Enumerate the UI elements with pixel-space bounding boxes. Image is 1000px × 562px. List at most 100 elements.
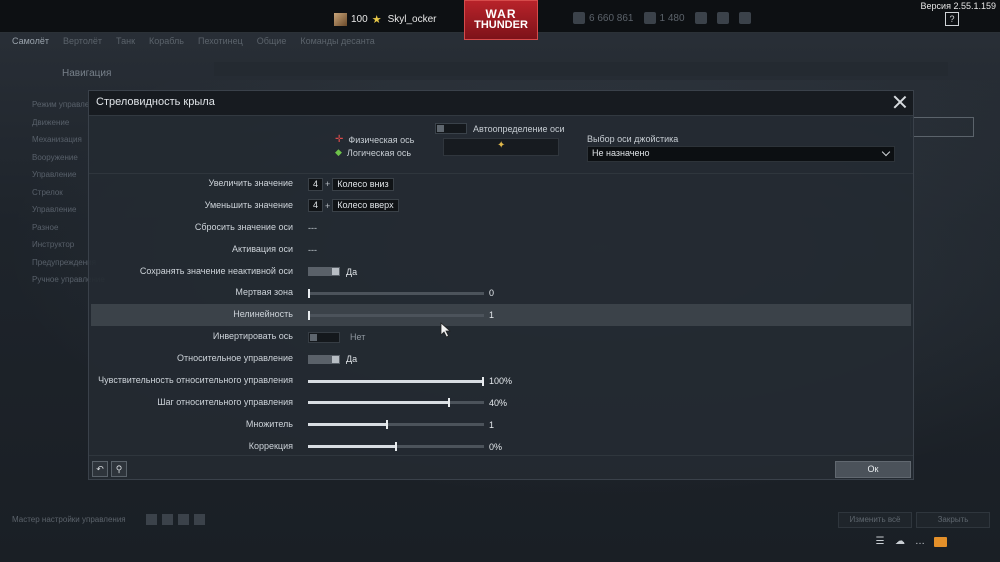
stat-extra-2[interactable] (716, 12, 729, 24)
list-icon[interactable]: ☰ (874, 536, 886, 547)
slider-control: 0 (308, 286, 494, 300)
bg-controls-wizard[interactable]: Мастер настройки управления (12, 515, 126, 524)
joystick-axis-select[interactable]: Не назначено (587, 146, 895, 162)
ok-button[interactable]: Ок (835, 461, 911, 478)
setting-row[interactable]: Инвертировать ось Нет (91, 326, 911, 348)
bg-tab[interactable]: Общие (257, 36, 287, 46)
settings-list: Увеличить значение 4 + Колесо вниз Уменьшить… (91, 173, 911, 458)
slider-track[interactable] (308, 442, 484, 452)
slider-control: 40% (308, 396, 507, 410)
setting-label: Сбросить значение оси (194, 221, 293, 232)
bg-tab[interactable]: Корабль (149, 36, 184, 46)
bg-tab[interactable]: Пехотинец (198, 36, 243, 46)
setting-label: Активация оси (232, 243, 293, 254)
setting-row[interactable]: Активация оси --- (91, 239, 911, 261)
stat-extra-1[interactable] (694, 12, 707, 24)
setting-row[interactable]: Мертвая зона 0 (91, 282, 911, 304)
setting-row[interactable]: Относительное управление Да (91, 348, 911, 370)
game-logo[interactable]: WAR THUNDER (464, 0, 538, 40)
slider-knob[interactable] (447, 398, 450, 408)
bg-icon[interactable] (178, 514, 189, 525)
bg-icon[interactable] (162, 514, 173, 525)
slider-control: 0% (308, 440, 502, 454)
bg-nav-title: Навигация (62, 68, 112, 79)
toggle-control: Да (308, 265, 357, 279)
close-icon[interactable] (893, 95, 907, 109)
bg-icon[interactable] (146, 514, 157, 525)
key-cap[interactable]: 4 (308, 199, 324, 213)
legend-logical: ◆ Логическая ось (335, 146, 414, 159)
slider-track[interactable] (308, 398, 484, 408)
reset-icon[interactable]: ↶ (92, 461, 108, 477)
toggle-switch[interactable] (308, 267, 340, 277)
logical-axis-icon: ◆ (335, 147, 342, 157)
slider-knob[interactable] (482, 376, 484, 386)
setting-label: Сохранять значение неактивной оси (139, 265, 293, 276)
stat-extra-3[interactable] (738, 12, 751, 24)
contacts-icon[interactable]: ☁ (894, 536, 906, 547)
legend-physical-label: Физическая ось (348, 134, 415, 145)
joystick-axis-value: Не назначено (592, 148, 650, 158)
setting-row[interactable]: Сохранять значение неактивной оси Да (91, 261, 911, 283)
setting-label: Относительное управление (177, 353, 293, 364)
slider-control: 1 (308, 418, 494, 432)
bg-tab[interactable]: Танк (116, 36, 135, 46)
setting-label: Множитель (245, 418, 293, 429)
setting-row[interactable]: Чувствительность относительного управлен… (91, 370, 911, 392)
binding-value[interactable]: --- (308, 223, 317, 233)
trophy-icon (694, 12, 707, 24)
setting-row[interactable]: Уменьшить значение 4 + Колесо вверх (91, 195, 911, 217)
toggle-value: Да (346, 266, 358, 277)
slider-track[interactable] (308, 288, 484, 298)
bg-search-field[interactable] (214, 62, 948, 76)
toggle-switch[interactable] (308, 331, 340, 343)
slider-knob[interactable] (386, 420, 389, 430)
bg-tab[interactable]: Самолёт (12, 36, 49, 46)
binding-value[interactable]: --- (308, 245, 317, 255)
setting-row[interactable]: Множитель 1 (91, 414, 911, 436)
slider-control: 100% (308, 374, 512, 388)
toggle-value: Да (346, 354, 358, 365)
key-cap[interactable]: 4 (308, 177, 324, 191)
slider-control: 1 (308, 308, 494, 322)
bg-icon[interactable] (194, 514, 205, 525)
auto-detect-axis[interactable]: Автоопределение оси (435, 123, 565, 134)
setting-row[interactable]: Увеличить значение 4 + Колесо вниз (91, 173, 911, 195)
chat-icon[interactable]: … (914, 536, 926, 547)
version-label: Версия 2.55.1.159 (920, 1, 996, 11)
bg-tab[interactable]: Команды десанта (300, 36, 374, 46)
setting-label: Увеличить значение (208, 178, 293, 188)
slider-knob[interactable] (395, 442, 397, 452)
slider-track[interactable] (308, 376, 484, 386)
key-cap[interactable]: Колесо вверх (332, 199, 399, 213)
legend-physical: ✛ Физическая ось (335, 133, 414, 146)
key-cap[interactable]: Колесо вниз (332, 177, 394, 191)
setting-row[interactable]: Нелинейность 1 (91, 304, 911, 327)
bg-tab[interactable]: Вертолёт (63, 36, 102, 46)
slider-value: 0 (489, 288, 495, 299)
mail-icon[interactable] (934, 536, 947, 547)
slider-knob[interactable] (308, 310, 310, 320)
chevron-down-icon (881, 147, 891, 157)
slider-fill (308, 401, 449, 405)
auto-detect-label: Автоопределение оси (473, 123, 565, 134)
toggle-switch[interactable] (308, 354, 340, 364)
slider-value: 0% (489, 441, 503, 452)
bg-change-all-button[interactable]: Изменить всё (838, 512, 912, 528)
auto-detect-toggle[interactable] (435, 123, 467, 134)
slider-track[interactable] (308, 310, 484, 320)
slider-knob[interactable] (308, 288, 310, 298)
star-icon: ★ (371, 13, 382, 26)
player-info[interactable]: 100 ★ Skyl_ocker (334, 12, 436, 26)
setting-label: Коррекция (248, 440, 293, 451)
slider-track[interactable] (308, 420, 484, 430)
setting-label: Чувствительность относительного управлен… (98, 375, 293, 386)
bg-box (910, 117, 974, 137)
setting-row[interactable]: Шаг относительного управления 40% (91, 392, 911, 414)
help-button[interactable]: ? (945, 12, 959, 26)
joystick-icon[interactable]: ⚲ (111, 461, 127, 477)
setting-row[interactable]: Сбросить значение оси --- (91, 217, 911, 239)
physical-axis-icon: ✛ (335, 134, 344, 145)
gold-stat: 1 480 (643, 12, 685, 24)
bg-close-button[interactable]: Закрыть (916, 512, 990, 528)
